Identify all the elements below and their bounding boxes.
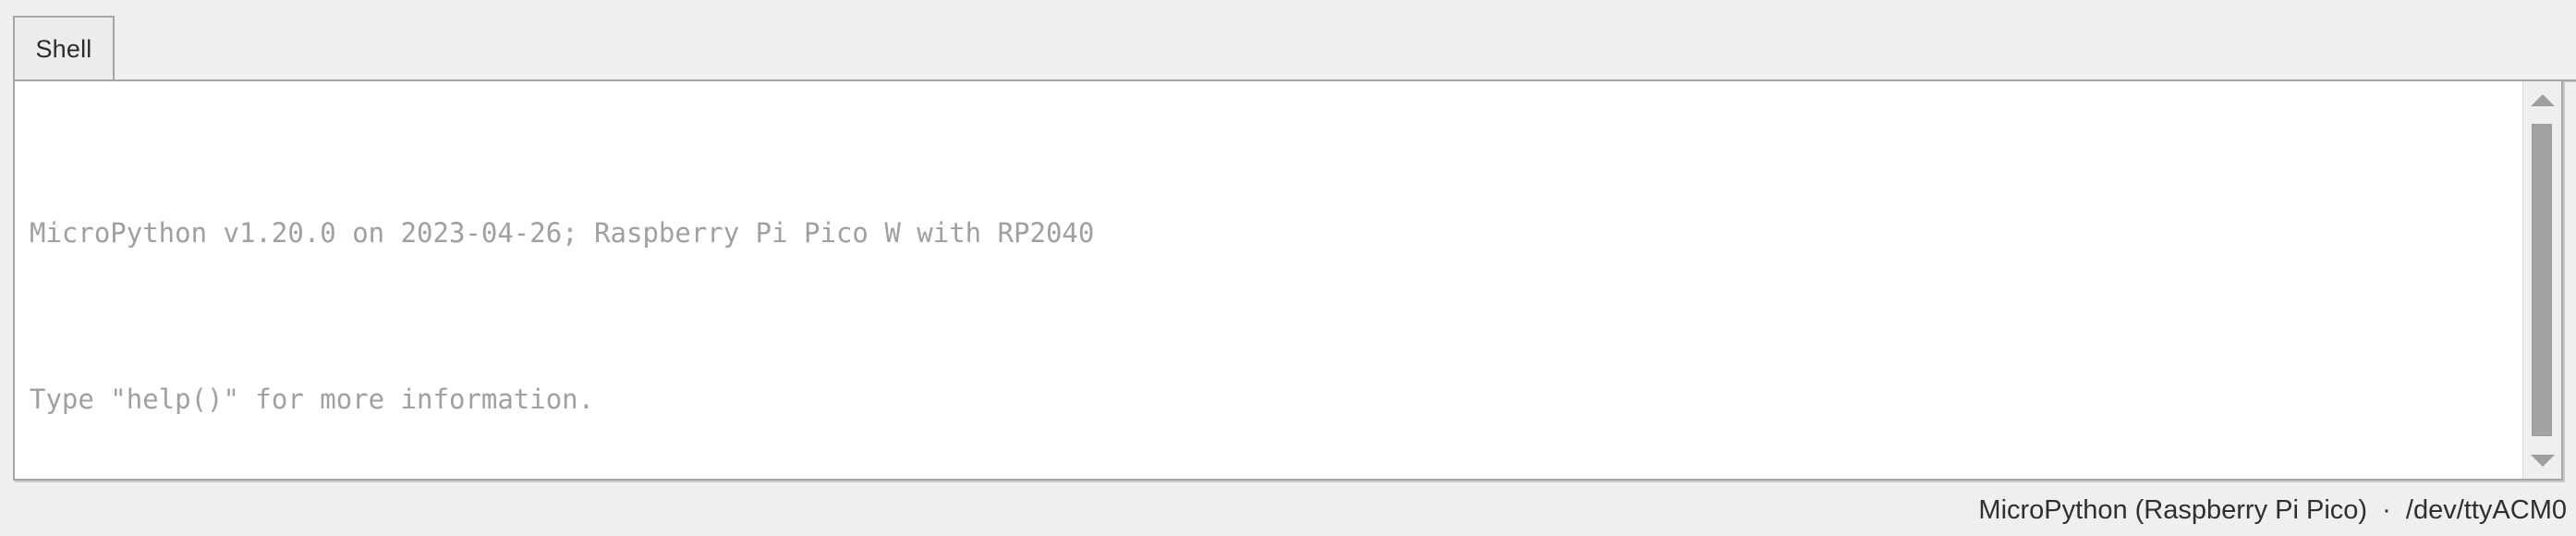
scrollbar-down-button[interactable] — [2523, 442, 2561, 479]
triangle-down-icon — [2530, 454, 2555, 467]
shell-panel: Shell MicroPython v1.20.0 on 2023-04-26;… — [0, 0, 2576, 482]
console-frame-bottom-shadow — [15, 481, 2565, 482]
console-line-help-hint: Type "help()" for more information. — [30, 384, 595, 415]
status-bar: MicroPython (Raspberry Pi Pico) · /dev/t… — [0, 484, 2576, 536]
console-vertical-scrollbar[interactable] — [2522, 81, 2561, 479]
scrollbar-track[interactable] — [2523, 118, 2561, 442]
scrollbar-thumb[interactable] — [2532, 124, 2552, 436]
triangle-up-icon — [2530, 93, 2555, 106]
shell-console-frame: MicroPython v1.20.0 on 2023-04-26; Raspb… — [13, 79, 2563, 481]
console-frame-right-shadow — [2563, 81, 2565, 482]
shell-console-output[interactable]: MicroPython v1.20.0 on 2023-04-26; Raspb… — [15, 81, 2509, 479]
status-bar-backend-info: MicroPython (Raspberry Pi Pico) · /dev/t… — [1978, 494, 2567, 525]
tab-shell-label: Shell — [35, 35, 92, 63]
tab-strip: Shell — [0, 0, 2576, 82]
scrollbar-up-button[interactable] — [2523, 81, 2561, 118]
console-line-banner: MicroPython v1.20.0 on 2023-04-26; Raspb… — [30, 217, 1095, 249]
tab-shell[interactable]: Shell — [13, 16, 115, 81]
